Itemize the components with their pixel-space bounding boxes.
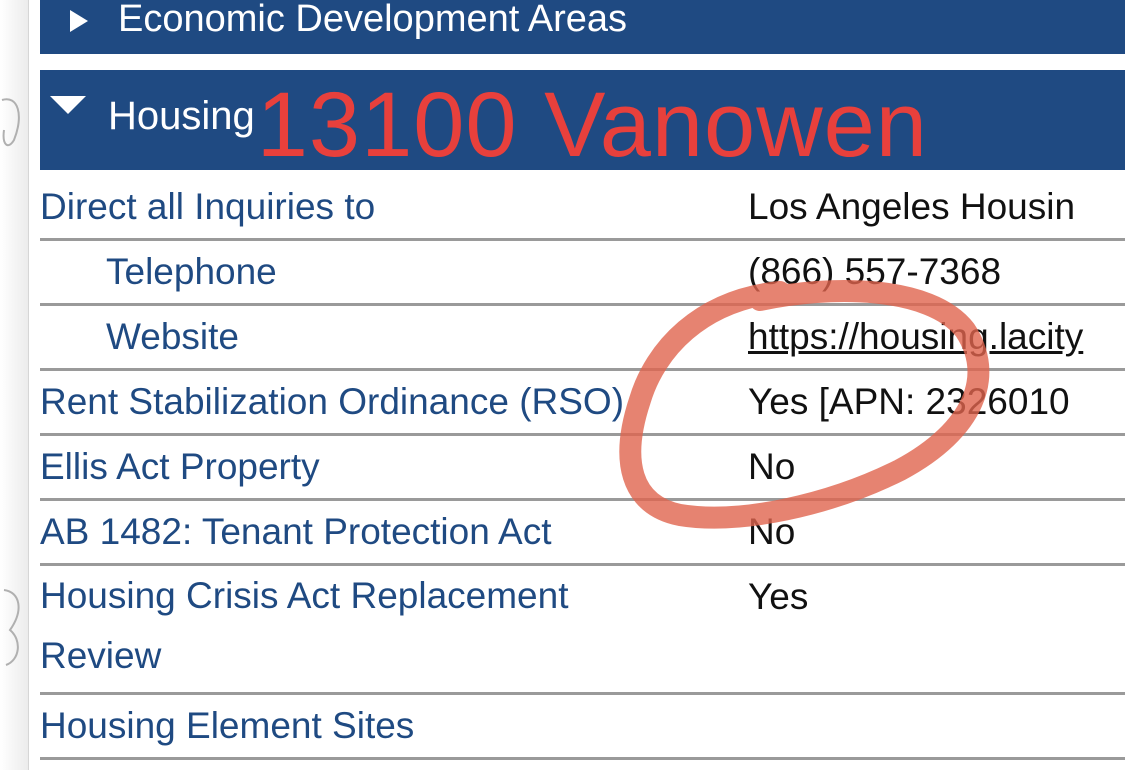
housing-info-table: Direct all Inquiries to Los Angeles Hous… (40, 176, 1125, 760)
row-label: Direct all Inquiries to (40, 186, 376, 227)
table-row-housing-crisis-act: Housing Crisis Act Replacement Review Ye… (40, 566, 1125, 695)
table-row-inquiries: Direct all Inquiries to Los Angeles Hous… (40, 176, 1125, 241)
row-value: Yes (748, 576, 809, 617)
row-label: Housing Crisis Act Replacement Review (40, 575, 569, 676)
caret-down-icon[interactable] (50, 96, 86, 114)
row-label: Ellis Act Property (40, 446, 320, 487)
table-row-housing-element-sites: Housing Element Sites (40, 695, 1125, 760)
row-value: Yes [APN: 2326010 (748, 381, 1070, 422)
caret-right-icon[interactable] (70, 10, 88, 32)
table-row-ellis-act: Ellis Act Property No (40, 436, 1125, 501)
table-row-ab1482: AB 1482: Tenant Protection Act No (40, 501, 1125, 566)
row-label: Telephone (106, 251, 277, 292)
section-header-housing[interactable]: Housing 13100 Vanowen (40, 70, 1125, 176)
table-row-telephone: Telephone (866) 557-7368 (40, 241, 1125, 306)
row-value: No (748, 511, 796, 552)
gutter-handle-marks (1, 98, 20, 666)
row-value: Los Angeles Housin (748, 186, 1076, 227)
row-label: Housing Element Sites (40, 705, 415, 746)
section-title-economic: Economic Development Areas (118, 0, 628, 40)
table-row-rso: Rent Stabilization Ordinance (RSO) Yes [… (40, 371, 1125, 436)
row-value: No (748, 446, 796, 487)
row-label: Website (106, 316, 239, 357)
row-label: AB 1482: Tenant Protection Act (40, 511, 552, 552)
section-title-housing: Housing (108, 93, 255, 138)
row-label: Rent Stabilization Ordinance (RSO) (40, 381, 625, 422)
website-link[interactable]: https://housing.lacity (748, 306, 1125, 368)
telephone-value[interactable]: (866) 557-7368 (748, 241, 1125, 303)
table-row-website: Website https://housing.lacity (40, 306, 1125, 371)
left-gutter (0, 0, 29, 770)
section-header-economic-development[interactable]: Economic Development Areas (40, 0, 1125, 54)
overlay-address-text: 13100 Vanowen (256, 74, 928, 176)
